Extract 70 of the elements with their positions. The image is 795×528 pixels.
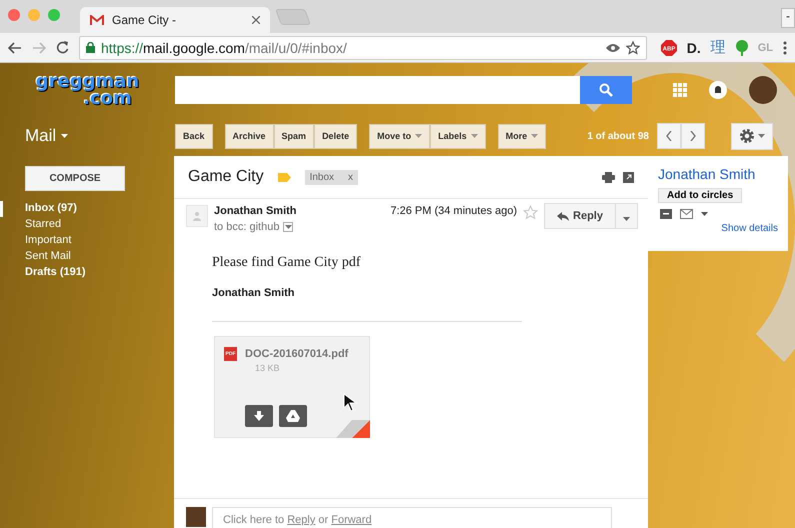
search-field[interactable] (175, 76, 580, 104)
browser-tab[interactable]: Game City - (80, 7, 270, 33)
forward-link[interactable]: Forward (331, 514, 372, 526)
settings-button[interactable] (731, 122, 773, 150)
toolbar-button[interactable]: Archive (224, 124, 274, 148)
reply-link[interactable]: Reply (287, 514, 316, 526)
triangle-logo-icon[interactable] (286, 410, 300, 422)
attachment-name: DOC-201607014.pdf (245, 348, 348, 360)
sender-avatar (186, 205, 208, 227)
next-button[interactable] (681, 123, 705, 149)
signature-text: Jonathan Smith (211, 286, 296, 299)
lock-icon (86, 42, 95, 53)
compose-button[interactable]: COMPOSE (25, 166, 125, 191)
gear-icon[interactable] (739, 128, 755, 144)
back-icon[interactable] (8, 42, 22, 54)
pager-text: 1 of about 98 (587, 130, 649, 142)
toolbar-button[interactable]: Labels (430, 124, 486, 148)
nav-item[interactable]: Sent Mail (0, 249, 174, 265)
caret-icon[interactable] (758, 134, 765, 138)
toolbar-button[interactable]: More (498, 124, 546, 148)
reload-icon[interactable] (56, 41, 69, 54)
nav-item[interactable]: Starred (0, 217, 174, 233)
mail-menu[interactable]: Mail (0, 126, 175, 146)
recipients-text: to bcc: github (214, 221, 280, 233)
search-icon (599, 82, 613, 96)
subject-title: Game City (188, 168, 264, 186)
star-icon[interactable] (626, 40, 640, 54)
mouse-pointer-icon (343, 393, 359, 413)
new-window-icon[interactable] (623, 172, 634, 182)
toolbar-button[interactable]: Move to (369, 124, 430, 148)
search-button[interactable] (580, 76, 632, 104)
remove-label-button[interactable]: x (348, 172, 354, 182)
mail-logo-icon (90, 15, 104, 25)
chevron-right-icon[interactable] (690, 131, 696, 141)
extension-icon[interactable]: 理 (710, 38, 726, 57)
caret-icon[interactable] (623, 216, 630, 220)
contact-name[interactable]: Jonathan Smith (658, 166, 778, 182)
caret-icon[interactable] (701, 212, 708, 216)
close-icon[interactable] (252, 16, 260, 24)
page-fold-icon (336, 420, 370, 438)
nav-item[interactable]: Important (0, 233, 174, 249)
download-arrow-icon[interactable] (254, 411, 264, 421)
mail-icon[interactable] (680, 209, 693, 219)
drive-button[interactable] (279, 405, 307, 427)
toolbar-button[interactable]: Back (175, 124, 213, 148)
window-control[interactable]: - (781, 8, 795, 28)
sender-name: Jonathan Smith (214, 205, 298, 217)
reply-arrow-icon[interactable] (557, 212, 570, 220)
menu-icon[interactable] (783, 40, 787, 54)
attachment-size: 13 KB (255, 363, 281, 373)
label-chip: Inbox x (304, 170, 358, 184)
download-button[interactable] (245, 405, 273, 427)
show-details-link[interactable]: Show details (658, 223, 778, 234)
toolbar-button[interactable]: Spam (274, 124, 314, 148)
bell-icon[interactable] (709, 80, 727, 98)
message-time: 7:26 PM (34 minutes ago) (390, 205, 518, 219)
user-avatar (186, 507, 206, 527)
details-dropdown-button[interactable] (283, 222, 294, 232)
extension-icon[interactable]: D. (686, 40, 701, 56)
chevron-left-icon[interactable] (666, 131, 672, 141)
address-bar[interactable]: https://mail.google.com/mail/u/0/#inbox/ (79, 36, 647, 60)
add-to-circles-button[interactable]: Add to circles (658, 188, 742, 203)
previous-button[interactable] (657, 123, 681, 149)
message-body: Please find Game City pdf (211, 254, 362, 271)
toolbar-button[interactable]: Delete (314, 124, 358, 148)
caret-icon[interactable] (284, 225, 292, 229)
nav-item[interactable]: Drafts (191) (0, 265, 174, 281)
eye-icon[interactable] (606, 42, 620, 52)
caret-icon[interactable] (61, 134, 68, 138)
reply-field[interactable]: Click here to Reply or Forward (212, 507, 612, 528)
